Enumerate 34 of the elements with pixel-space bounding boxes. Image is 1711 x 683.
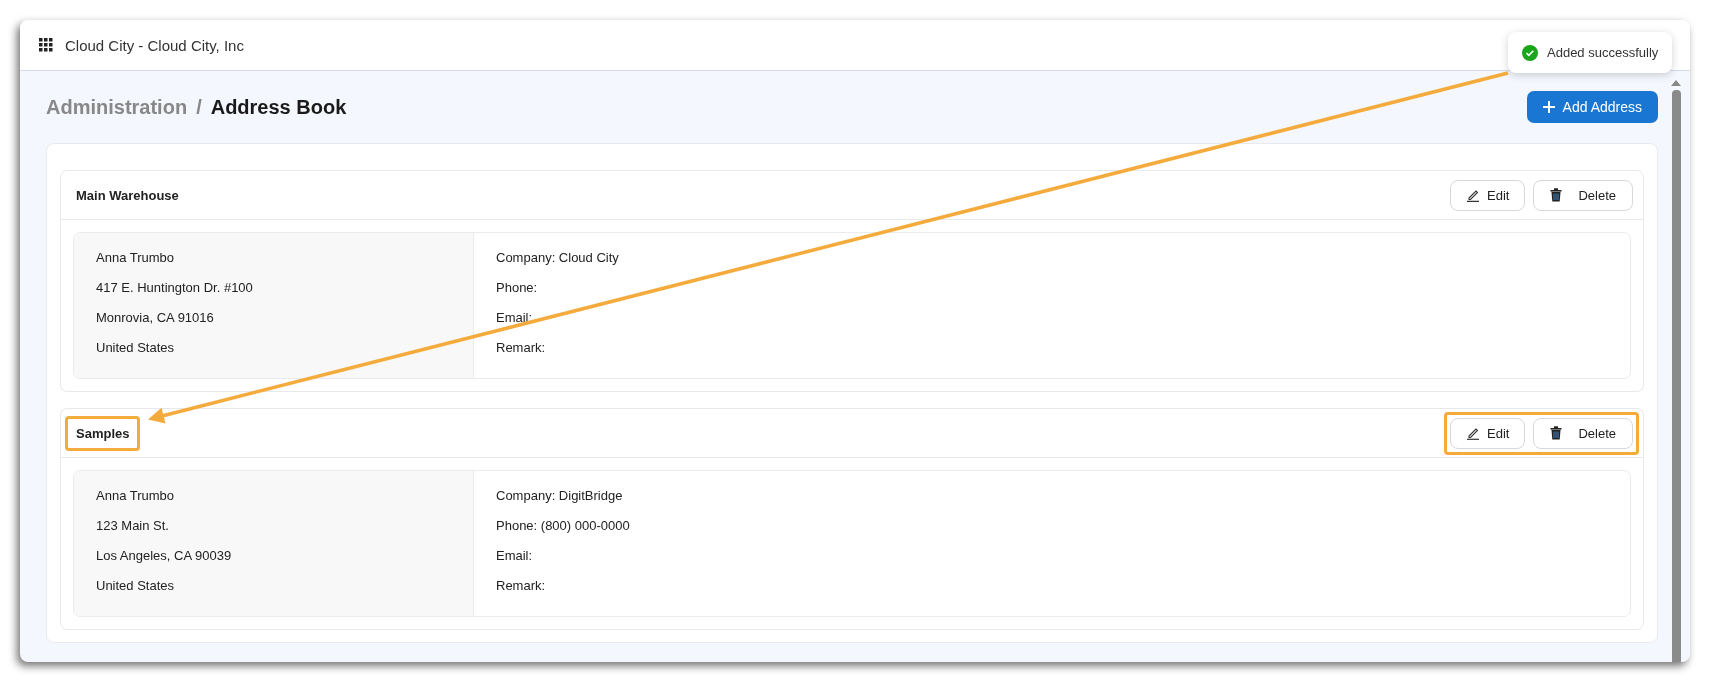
address-line: United States (96, 339, 176, 357)
toast-message: Added successfully (1547, 45, 1659, 60)
scroll-up-icon[interactable] (1671, 79, 1681, 86)
detail-line: Company: Cloud City (496, 249, 619, 267)
check-circle-icon (1522, 44, 1538, 61)
add-address-button[interactable]: Add Address (1526, 91, 1658, 123)
edit-button[interactable]: Edit (1450, 179, 1526, 211)
address-line: 417 E. Huntington Dr. #100 (96, 279, 254, 297)
address-line: Los Angeles, CA 90039 (96, 547, 233, 565)
detail-line: Email: (496, 547, 534, 565)
address-line: Monrovia, CA 91016 (96, 309, 215, 327)
plus-icon (1542, 101, 1555, 113)
trash-icon (1550, 188, 1563, 202)
address-line: Anna Trumbo (96, 487, 176, 505)
address-line: United States (96, 577, 176, 595)
detail-line: Remark: (496, 339, 547, 357)
detail-line: Email: (496, 309, 534, 327)
address-name: Main Warehouse (75, 186, 180, 205)
edit-button[interactable]: Edit (1450, 417, 1526, 449)
trash-icon (1550, 426, 1563, 440)
detail-line: Remark: (496, 577, 547, 595)
breadcrumb-item: Address Book (210, 95, 347, 119)
pencil-icon (1466, 426, 1480, 440)
apps-grid-icon[interactable] (39, 38, 53, 52)
delete-button[interactable]: Delete (1533, 179, 1633, 211)
address-line: Anna Trumbo (96, 249, 176, 267)
detail-line: Phone: (800) 000-0000 (496, 517, 630, 535)
detail-line: Company: DigitBridge (496, 487, 624, 505)
address-name: Samples (65, 415, 141, 451)
delete-button[interactable]: Delete (1533, 417, 1633, 449)
pencil-icon (1466, 188, 1480, 202)
app-title: Cloud City - Cloud City, Inc (65, 36, 244, 54)
address-line: 123 Main St. (96, 517, 170, 535)
detail-line: Phone: (496, 279, 539, 297)
